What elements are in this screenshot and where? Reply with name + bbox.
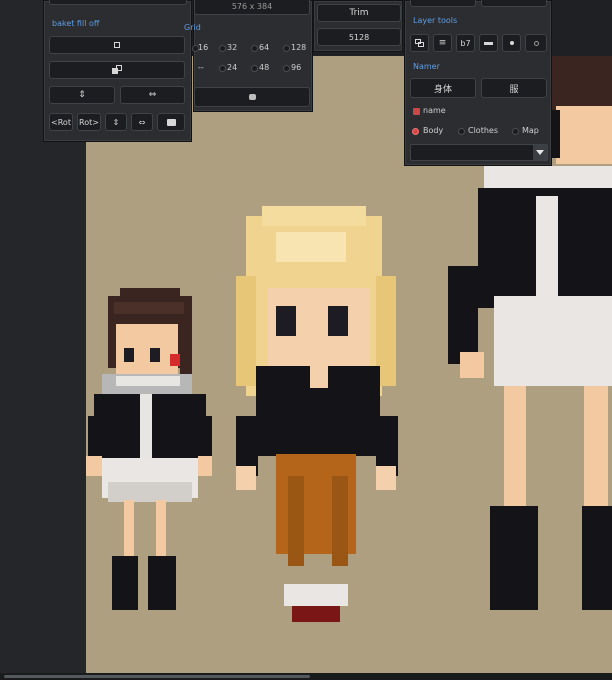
name-checkbox[interactable] [413,108,420,115]
option-map-radio[interactable] [512,128,519,135]
small-flip-vertical-button[interactable]: ⇕ [105,113,127,131]
stack-icon: ≡ [438,38,447,48]
horizontal-scrollbar[interactable] [0,673,612,680]
grid-option-128-label[interactable]: 128 [291,43,306,52]
minus-icon [484,41,493,45]
layer-tool-minus-button[interactable] [479,34,498,52]
layer-dropdown[interactable] [410,144,548,161]
layers-icon [414,38,425,48]
layer-tool-stack-button[interactable]: ≡ [433,34,452,52]
grid-option-64-radio[interactable] [251,45,258,52]
panel-layer-tools: Layer tools ≡ b7 Namer 身体 服 name Body Cl… [404,0,552,166]
flip-vertical-button[interactable]: ⇕ [49,86,115,104]
layer-tool-dot-button[interactable] [502,34,521,52]
flip-horizontal-button[interactable]: ⇔ [120,86,185,104]
scrollbar-thumb[interactable] [4,675,310,678]
option-clothes-label[interactable]: Clothes [468,126,498,135]
option-clothes-radio[interactable] [458,128,465,135]
grid-option-32-radio[interactable] [219,45,226,52]
grid-option-16-label[interactable]: 16 [198,43,208,52]
circle-icon [533,40,539,46]
copy-fill-button[interactable] [49,61,185,79]
flip-vertical-icon: ⇕ [78,90,86,100]
top-cut-button[interactable] [49,0,187,5]
canvas-size-button[interactable]: 576 x 384 [194,0,310,15]
sprite-dark-hair-girl[interactable] [86,288,212,610]
grid-option-24-radio[interactable] [219,65,226,72]
sprite-blonde-girl[interactable] [236,206,398,622]
grid-option-none-label[interactable]: -- [198,63,204,72]
grid-apply-button[interactable] [194,87,310,107]
dot-icon [509,41,514,45]
chevron-down-icon[interactable] [533,145,547,160]
layer-tool-circle-button[interactable] [525,34,547,52]
square-fill-button[interactable] [49,36,185,54]
grid-label: Grid [184,23,201,32]
name-check-label[interactable]: name [423,106,446,115]
flip-horizontal-icon: ⇔ [148,90,157,100]
grid-option-96-radio[interactable] [283,65,290,72]
grid-option-128-radio[interactable] [283,45,290,52]
square-icon [114,42,120,48]
size-value-button[interactable]: 5128 [317,28,401,46]
copy-icon [112,65,122,75]
option-body-radio[interactable] [412,128,419,135]
grid-option-48-label[interactable]: 48 [259,63,269,72]
grid-option-32-label[interactable]: 32 [227,43,237,52]
name-clothes-button[interactable]: 服 [481,78,547,98]
option-body-label[interactable]: Body [423,126,443,135]
layer-tool-layers-button[interactable] [410,34,429,52]
baket-fill-label: baket fill off [52,19,100,28]
layer-tools-label: Layer tools [413,16,458,25]
panel-canvas-grid: 576 x 384 Grid 16 32 64 128 -- 24 48 96 [184,0,313,112]
top-right-button[interactable] [481,0,547,7]
grid-option-64-label[interactable]: 64 [259,43,269,52]
name-body-button[interactable]: 身体 [410,78,476,98]
top-left-button[interactable] [410,0,476,7]
option-map-label[interactable]: Map [522,126,539,135]
panel-fill-tools: baket fill off ⇕ ⇔ <Rot Rot> ⇕ ⇔ [43,0,192,142]
app-window: baket fill off ⇕ ⇔ <Rot Rot> ⇕ ⇔ 576 x 3… [0,0,612,680]
flip-vertical-icon: ⇕ [112,117,120,127]
namer-label: Namer [413,62,440,71]
rotate-right-button[interactable]: Rot> [77,113,101,131]
circle-icon [248,94,256,100]
rotate-left-button[interactable]: <Rot [49,113,73,131]
trim-button[interactable]: Trim [317,4,401,22]
small-flip-horizontal-button[interactable]: ⇔ [131,113,153,131]
thumb-icon [166,118,176,126]
grid-option-24-label[interactable]: 24 [227,63,237,72]
layer-tool-b7-button[interactable]: b7 [456,34,475,52]
flip-horizontal-icon: ⇔ [138,117,146,127]
panel-trim: Trim 5128 [313,0,403,52]
grid-option-96-label[interactable]: 96 [291,63,301,72]
grid-option-48-radio[interactable] [251,65,258,72]
thumb-button[interactable] [157,113,185,131]
